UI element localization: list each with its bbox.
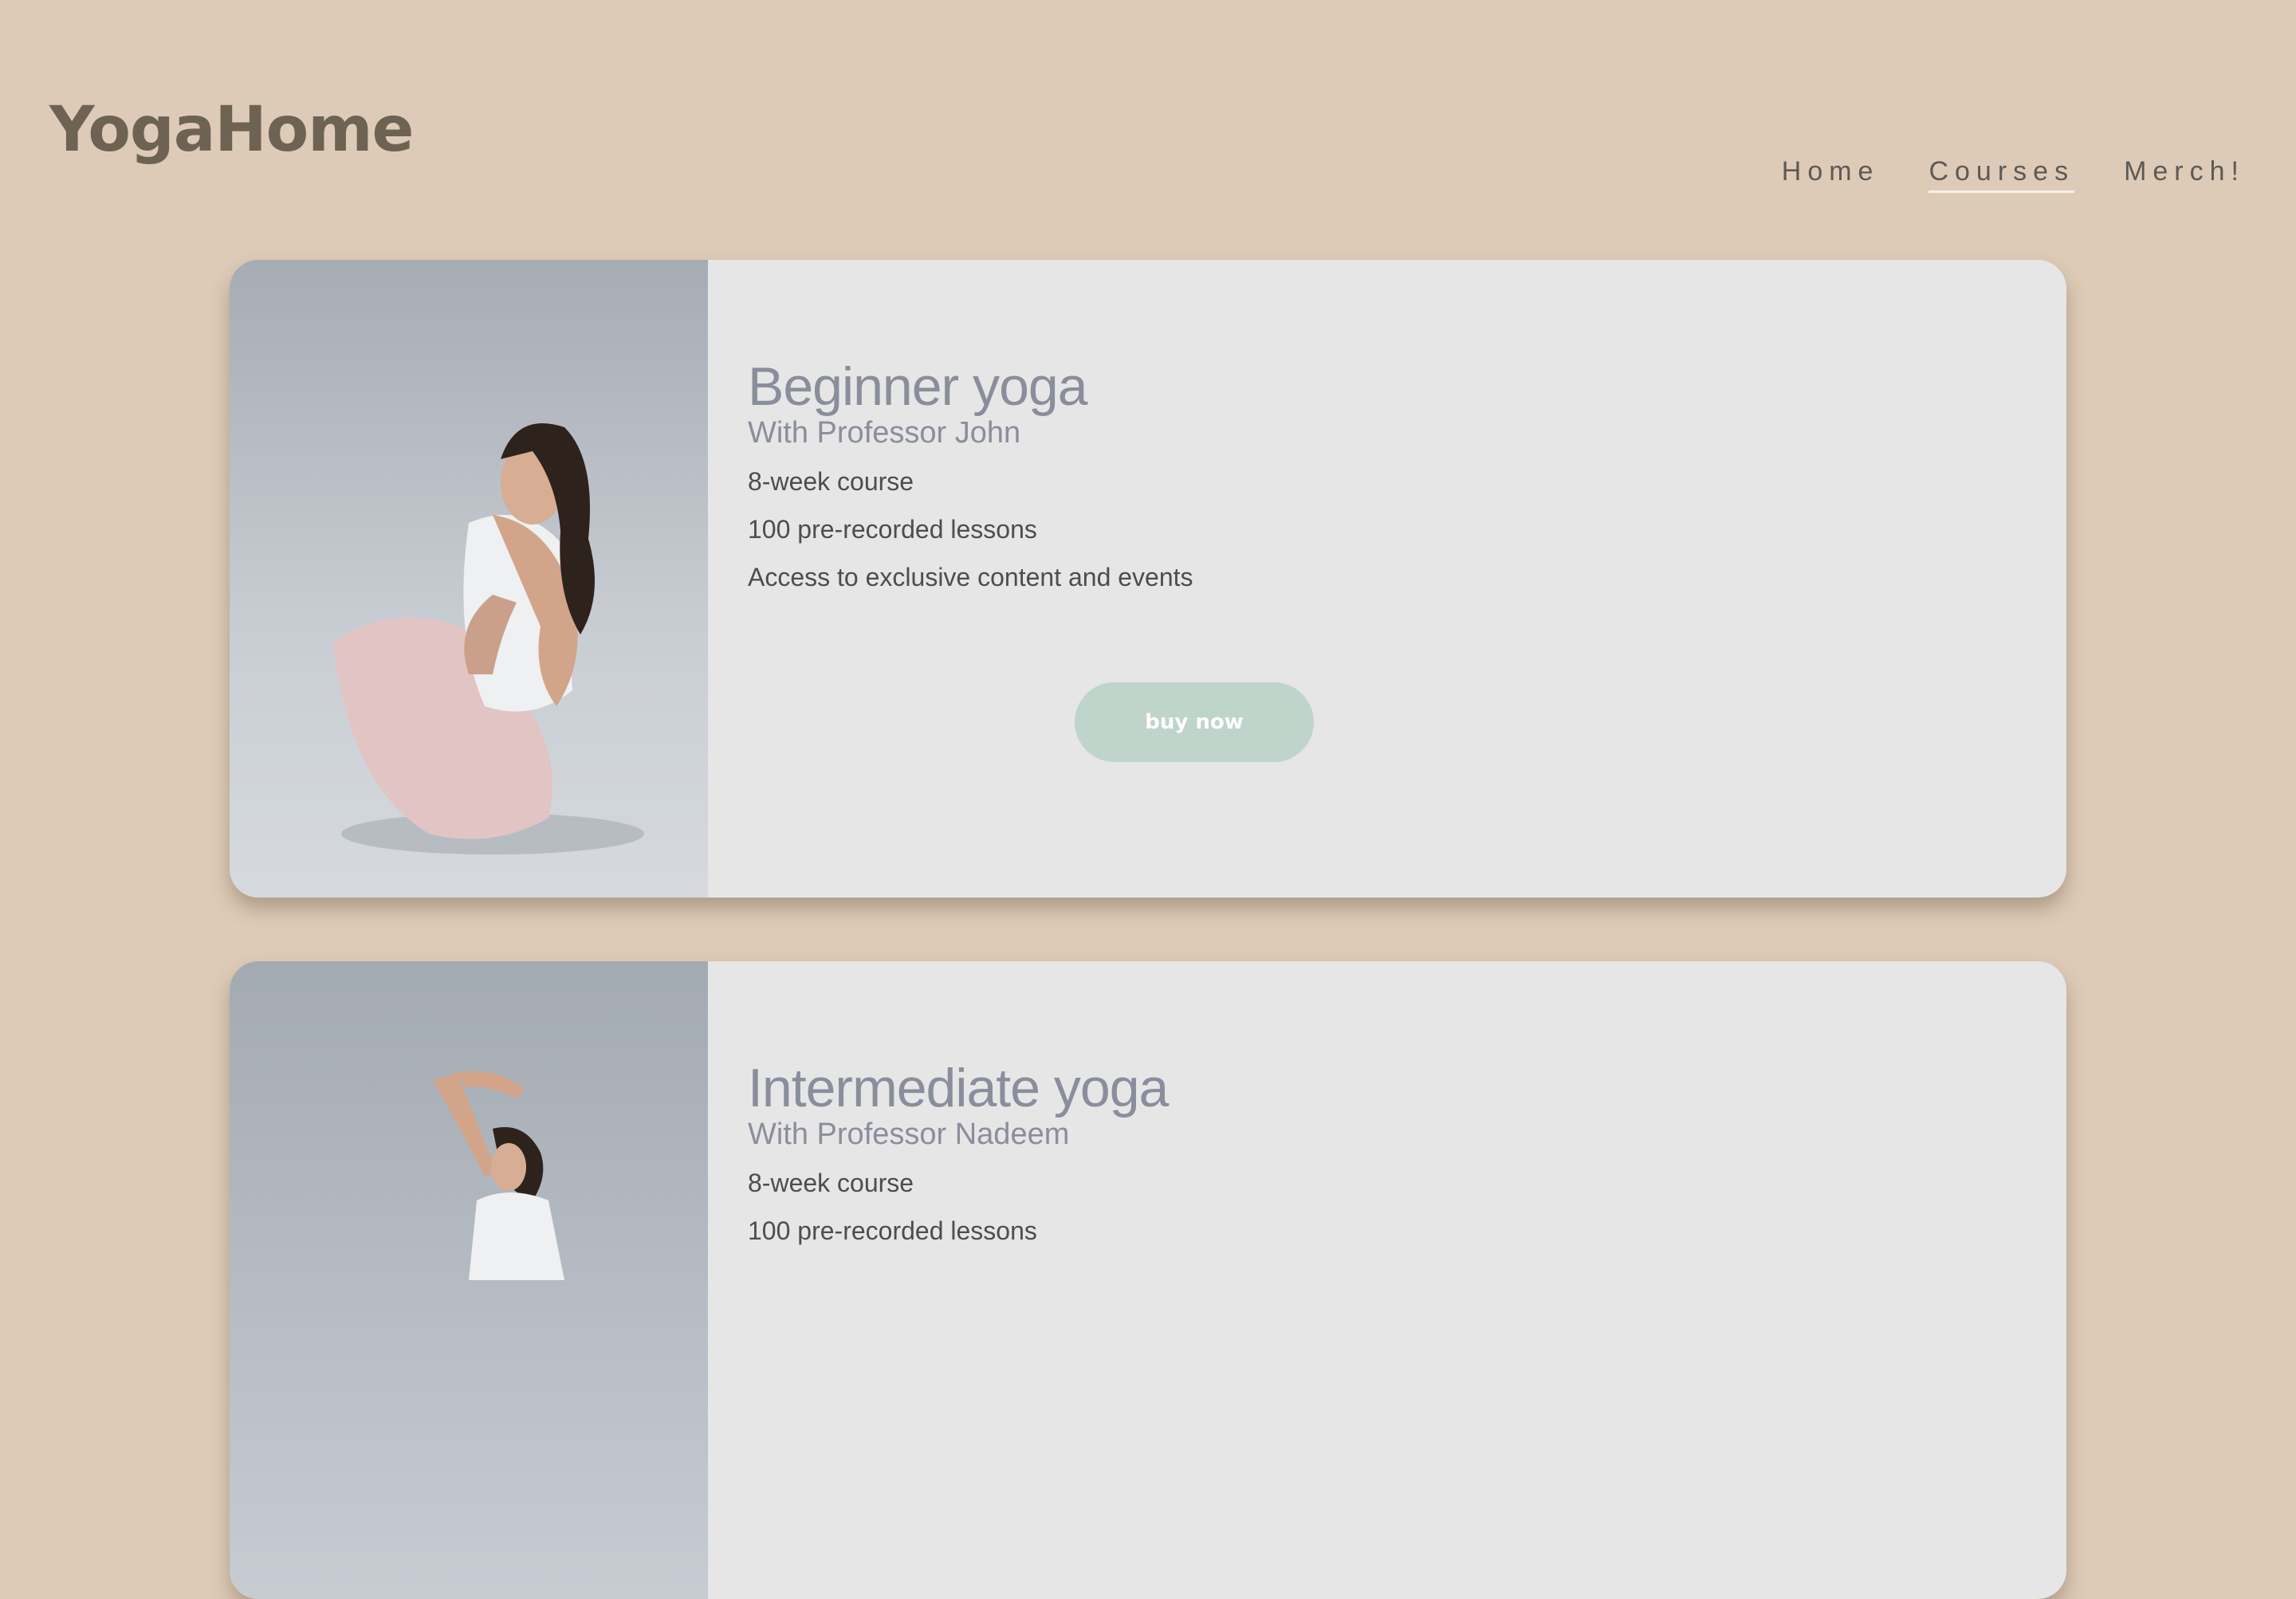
nav-merch[interactable]: Merch! [2124, 156, 2245, 193]
course-card-beginner: Beginner yoga With Professor John 8-week… [230, 260, 2066, 898]
course-title: Beginner yoga [748, 356, 1088, 417]
course-photo [230, 961, 708, 1599]
course-photo [230, 260, 708, 898]
buy-now-button[interactable]: buy now [1075, 682, 1314, 762]
course-card-intermediate: Intermediate yoga With Professor Nadeem … [230, 961, 2066, 1599]
logo[interactable]: YogaHome [49, 94, 414, 166]
course-feature: 100 pre-recorded lessons [748, 515, 1037, 544]
course-instructor: With Professor Nadeem [748, 1118, 1070, 1151]
course-feature: 8-week course [748, 1169, 914, 1197]
main-nav: Home Courses Merch! [1782, 156, 2245, 193]
course-feature: 8-week course [748, 467, 914, 496]
course-feature: 100 pre-recorded lessons [748, 1216, 1037, 1245]
course-feature: Access to exclusive content and events [748, 563, 1193, 591]
nav-courses[interactable]: Courses [1928, 156, 2075, 193]
course-title: Intermediate yoga [748, 1058, 1169, 1118]
nav-home[interactable]: Home [1782, 156, 1880, 193]
course-instructor: With Professor John [748, 416, 1021, 450]
